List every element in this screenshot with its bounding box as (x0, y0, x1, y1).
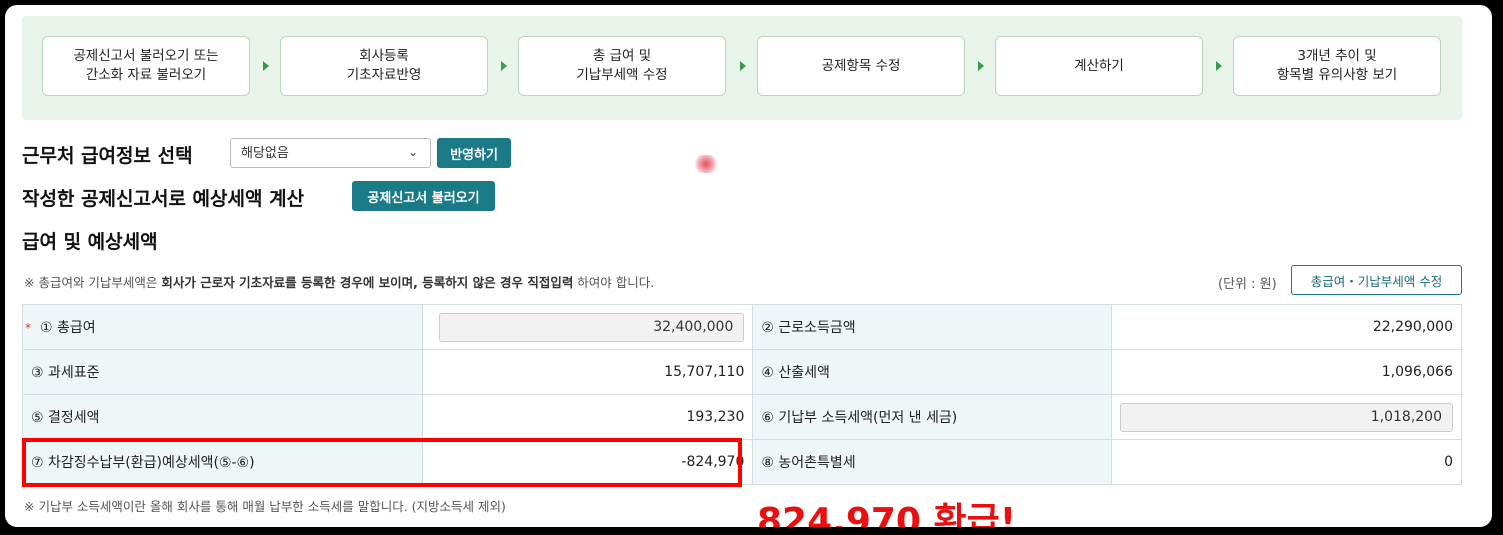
notice-prefix: ※ 총급여와 기납부세액은 (24, 275, 162, 290)
label-expected-refund: ⑦ 차감징수납부(환급)예상세액(⑤-⑥) (21, 439, 424, 485)
apply-button[interactable]: 반영하기 (437, 138, 511, 168)
label-total-salary: ① 총급여 (40, 320, 96, 336)
tax-table: * ① 총급여 32,400,000 ② 근로소득금액 22,290,000 ③ … (21, 304, 1463, 485)
blurred-mark (693, 155, 719, 173)
unit-label: (단위 : 원) (1218, 277, 1277, 292)
step-edit-deductions[interactable]: 공제항목 수정 (757, 36, 965, 96)
label-earned-income: ② 근로소득금액 (752, 304, 1112, 350)
refund-annotation: 824,970 환급! (757, 501, 1017, 527)
table-row: ③ 과세표준 15,707,110 ④ 산출세액 1,096,066 (21, 349, 1463, 395)
total-salary-field[interactable]: 32,400,000 (439, 312, 745, 342)
notice-text: ※ 총급여와 기납부세액은 회사가 근로자 기초자료를 등록한 경우에 보이며,… (24, 272, 654, 291)
step-load-deduction[interactable]: 공제신고서 불러오기 또는 간소화 자료 불러오기 (42, 36, 250, 96)
table-row: ⑤ 결정세액 193,230 ⑥ 기납부 소득세액(먼저 낸 세금) 1,018… (21, 394, 1463, 440)
step-edit-salary[interactable]: 총 급여 및 기납부세액 수정 (518, 36, 726, 96)
footnote: ※ 기납부 소득세액이란 올해 회사를 통해 매월 납부한 소득세를 말합니다.… (24, 499, 506, 514)
step-arrow-icon (740, 61, 746, 71)
value-calculated-tax: 1,096,066 (1110, 349, 1463, 395)
table-value-cell: 32,400,000 (422, 304, 754, 350)
label-determined-tax: ⑤ 결정세액 (21, 394, 424, 440)
required-mark: * (25, 321, 31, 335)
table-label-cell: * ① 총급여 (21, 304, 424, 350)
value-expected-refund: -824,970 (422, 439, 754, 485)
label-tax-base: ③ 과세표준 (21, 349, 424, 395)
edit-salary-tax-button[interactable]: 총급여・기납부세액 수정 (1291, 265, 1462, 295)
step-calculate[interactable]: 계산하기 (995, 36, 1203, 96)
step-arrow-icon (1216, 61, 1222, 71)
value-earned-income: 22,290,000 (1110, 304, 1463, 350)
workplace-select[interactable]: 해당없음 (230, 138, 431, 168)
step-arrow-icon (978, 61, 984, 71)
load-title: 작성한 공제신고서로 예상세액 계산 (22, 188, 305, 210)
notice-suffix: 하여야 합니다. (573, 275, 655, 290)
page-frame: 공제신고서 불러오기 또는 간소화 자료 불러오기 회사등록 기초자료반영 총 … (5, 5, 1492, 527)
step-arrow-icon (501, 61, 507, 71)
workplace-title: 근무처 급여정보 선택 (22, 145, 193, 167)
prepaid-tax-field[interactable]: 1,018,200 (1120, 402, 1453, 432)
table-row: * ① 총급여 32,400,000 ② 근로소득금액 22,290,000 (21, 304, 1463, 350)
progress-steps: 공제신고서 불러오기 또는 간소화 자료 불러오기 회사등록 기초자료반영 총 … (22, 16, 1462, 120)
label-rural-special-tax: ⑧ 농어촌특별세 (752, 439, 1112, 485)
value-rural-special-tax: 0 (1110, 439, 1463, 485)
value-determined-tax: 193,230 (422, 394, 754, 440)
step-arrow-icon (263, 61, 269, 71)
notice-bold: 회사가 근로자 기초자료를 등록한 경우에 보이며, 등록하지 않은 경우 직접… (161, 275, 574, 290)
table-value-cell: 1,018,200 (1110, 394, 1463, 440)
section-title: 급여 및 예상세액 (22, 231, 158, 253)
step-trend-view[interactable]: 3개년 추이 및 항목별 유의사항 보기 (1233, 36, 1441, 96)
load-deduction-button[interactable]: 공제신고서 불러오기 (352, 181, 495, 211)
table-row: ⑦ 차감징수납부(환급)예상세액(⑤-⑥) -824,970 ⑧ 농어촌특별세 … (21, 439, 1463, 485)
label-prepaid-tax: ⑥ 기납부 소득세액(먼저 낸 세금) (752, 394, 1112, 440)
step-company-register[interactable]: 회사등록 기초자료반영 (280, 36, 488, 96)
value-tax-base: 15,707,110 (422, 349, 754, 395)
label-calculated-tax: ④ 산출세액 (752, 349, 1112, 395)
